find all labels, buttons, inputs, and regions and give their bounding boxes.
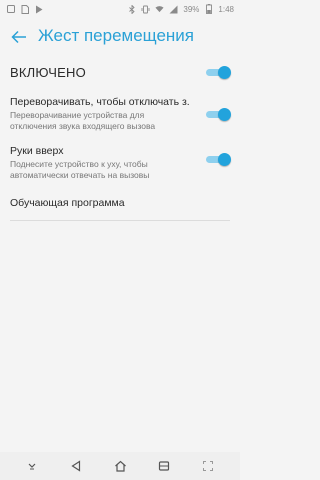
page-title: Жест перемещения	[38, 26, 195, 45]
flip-to-mute-toggle[interactable]	[206, 108, 231, 121]
clock: 1:48	[218, 4, 234, 14]
battery-percent: 39%	[183, 4, 200, 14]
status-right: 39% 1:48	[127, 4, 234, 14]
setting-title: Обучающая программа	[10, 197, 125, 209]
screen: 39% 1:48 Жест перемещения ВКЛЮЧЕНО Перев…	[0, 0, 240, 480]
sim-icon	[20, 4, 29, 14]
signal-icon	[169, 5, 178, 14]
status-left	[6, 4, 43, 14]
toggle-thumb	[218, 66, 231, 79]
master-toggle-row[interactable]: ВКЛЮЧЕНО	[0, 62, 240, 86]
setting-hands-up[interactable]: Руки вверх Поднесите устройство к уху, ч…	[0, 145, 240, 185]
master-toggle-label: ВКЛЮЧЕНО	[10, 65, 86, 80]
vibrate-icon	[141, 5, 150, 14]
play-store-icon	[34, 5, 43, 14]
back-triangle-icon[interactable]	[67, 457, 85, 475]
battery-icon	[204, 4, 213, 14]
chevron-down-icon[interactable]	[23, 457, 41, 475]
arrow-left-icon[interactable]	[10, 28, 28, 46]
setting-subtitle-line2: отключения звука входящего вызова	[10, 121, 156, 131]
setting-title: Руки вверх	[10, 145, 64, 157]
navigation-bar	[0, 452, 240, 480]
recents-icon[interactable]	[155, 457, 173, 475]
toggle-thumb	[218, 108, 231, 121]
setting-title: Переворачивать, чтобы отключать з...	[10, 96, 190, 108]
setting-flip-to-mute[interactable]: Переворачивать, чтобы отключать з... Пер…	[0, 96, 240, 136]
setting-subtitle-line1: Поднесите устройство к уху, чтобы	[10, 159, 148, 169]
setting-tutorial[interactable]: Обучающая программа	[0, 197, 240, 217]
divider	[10, 220, 230, 221]
home-icon[interactable]	[111, 457, 129, 475]
wifi-icon	[155, 5, 164, 14]
bluetooth-icon	[127, 4, 136, 14]
toggle-thumb	[218, 153, 231, 166]
app-header: Жест перемещения	[0, 24, 240, 50]
hands-up-toggle[interactable]	[206, 153, 231, 166]
master-toggle-switch[interactable]	[206, 66, 231, 79]
screenshot-icon[interactable]	[199, 457, 217, 475]
status-bar: 39% 1:48	[0, 0, 240, 18]
notification-icon	[6, 5, 15, 14]
setting-subtitle-line2: автоматически отвечать на вызовы	[10, 170, 150, 180]
setting-subtitle-line1: Переворачивание устройства для	[10, 110, 145, 120]
